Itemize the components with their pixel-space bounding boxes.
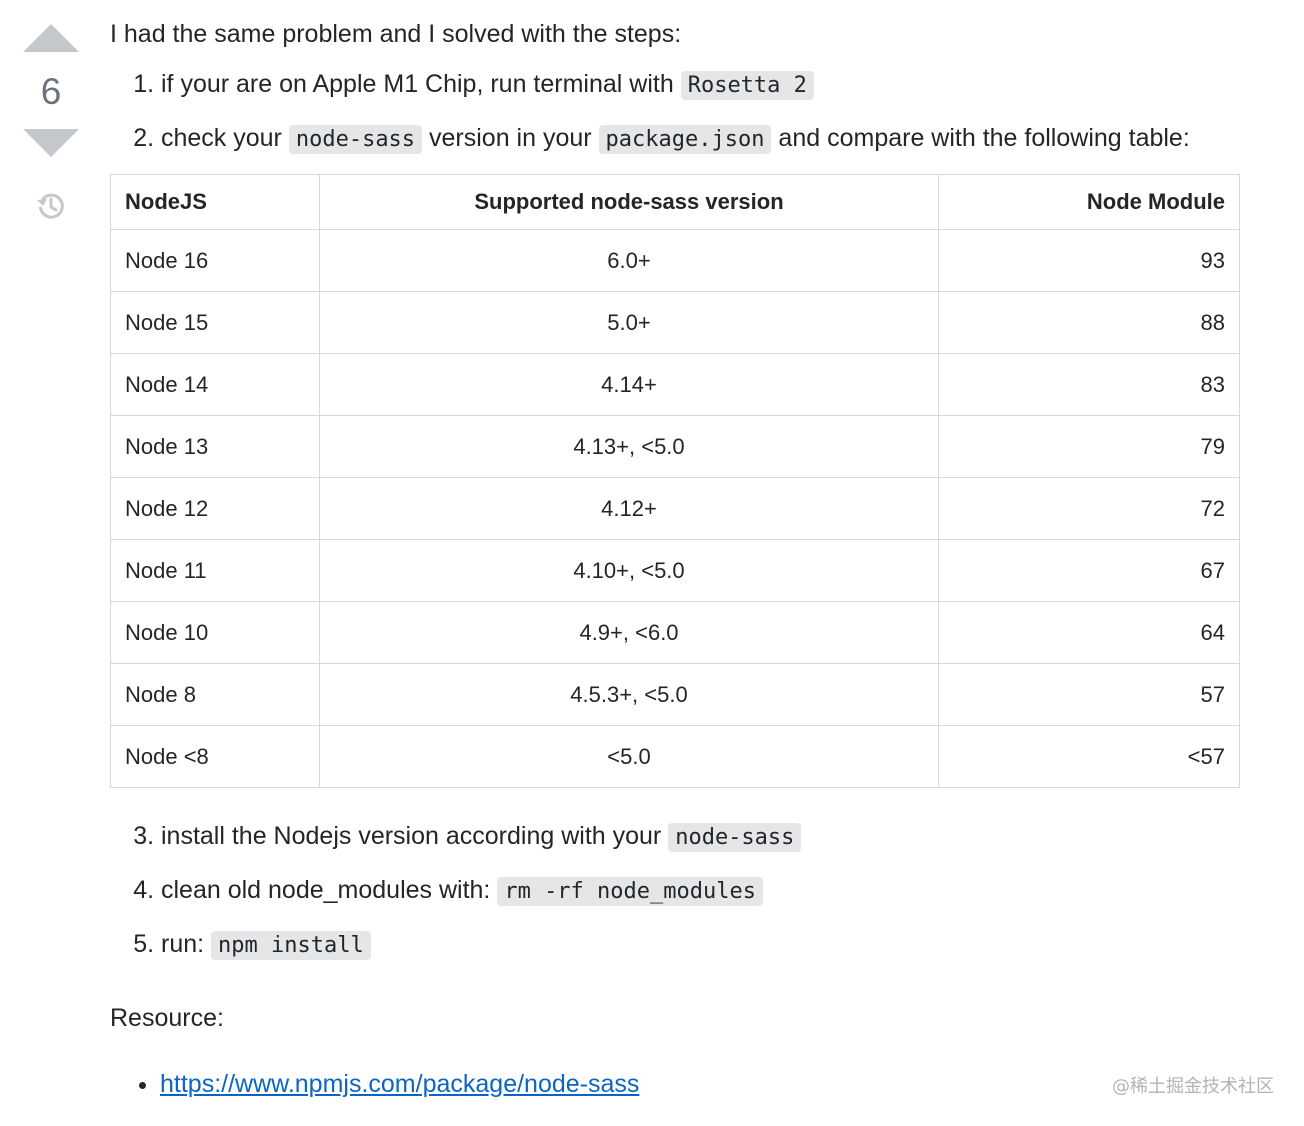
table-cell: 4.5.3+, <5.0	[319, 663, 939, 726]
table-cell: <57	[938, 725, 1240, 788]
table-cell: Node 14	[110, 353, 320, 416]
steps-list-second: install the Nodejs version according wit…	[110, 818, 1245, 964]
table-cell: 4.14+	[319, 353, 939, 416]
table-cell: Node 8	[110, 663, 320, 726]
step-item: if your are on Apple M1 Chip, run termin…	[161, 66, 1245, 104]
step-text: check your	[161, 124, 289, 152]
table-cell: Node <8	[110, 725, 320, 788]
intro-text: I had the same problem and I solved with…	[110, 20, 682, 48]
table-cell: 93	[938, 229, 1240, 292]
resource-label: Resource:	[110, 1004, 224, 1032]
table-cell: Node 16	[110, 229, 320, 292]
step-text: if your are on Apple M1 Chip, run termin…	[161, 70, 681, 98]
inline-code: Rosetta 2	[680, 71, 814, 100]
table-row: Node 10 4.9+, <6.0 64	[110, 601, 1240, 664]
table-cell: 4.12+	[319, 477, 939, 540]
column-header: NodeJS	[110, 174, 320, 230]
resource-list: https://www.npmjs.com/package/node-sass	[110, 1066, 1245, 1102]
table-cell: Node 15	[110, 291, 320, 354]
table-cell: Node 13	[110, 415, 320, 478]
table-cell: 5.0+	[319, 291, 939, 354]
step-item: run: npm install	[161, 926, 1245, 964]
table-cell: 88	[938, 291, 1240, 354]
table-cell: Node 11	[110, 539, 320, 602]
inline-code: node-sass	[288, 125, 423, 154]
table-cell: 79	[938, 415, 1240, 478]
table-cell: 83	[938, 353, 1240, 416]
inline-code: package.json	[598, 125, 772, 154]
npm-link[interactable]: https://www.npmjs.com/package/node-sass	[160, 1070, 639, 1098]
upvote-icon[interactable]	[23, 24, 79, 52]
table-cell: 67	[938, 539, 1240, 602]
table-row: Node <8 <5.0 <57	[110, 725, 1240, 788]
column-header: Supported node-sass version	[319, 174, 939, 230]
table-cell: Node 12	[110, 477, 320, 540]
table-cell: 4.10+, <5.0	[319, 539, 939, 602]
table-row: Node 8 4.5.3+, <5.0 57	[110, 663, 1240, 726]
step-item: check your node-sass version in your pac…	[161, 120, 1245, 158]
step-text: clean old node_modules with:	[161, 876, 498, 904]
table-cell: 4.9+, <6.0	[319, 601, 939, 664]
table-cell: 57	[938, 663, 1240, 726]
step-text: version in your	[422, 124, 599, 152]
table-row: Node 16 6.0+ 93	[110, 229, 1240, 292]
answer-body: I had the same problem and I solved with…	[110, 16, 1245, 1102]
history-icon[interactable]	[34, 189, 68, 228]
table-row: Node 15 5.0+ 88	[110, 291, 1240, 354]
table-row: Node 14 4.14+ 83	[110, 353, 1240, 416]
column-header: Node Module	[938, 174, 1240, 230]
table-header-row: NodeJS Supported node-sass version Node …	[110, 174, 1240, 230]
table-cell: 6.0+	[319, 229, 939, 292]
steps-list-first: if your are on Apple M1 Chip, run termin…	[110, 66, 1245, 158]
inline-code: rm -rf node_modules	[497, 877, 763, 906]
step-item: install the Nodejs version according wit…	[161, 818, 1245, 856]
step-text: and compare with the following table:	[771, 124, 1190, 152]
table-row: Node 11 4.10+, <5.0 67	[110, 539, 1240, 602]
table-row: Node 13 4.13+, <5.0 79	[110, 415, 1240, 478]
table-cell: 72	[938, 477, 1240, 540]
table-cell: Node 10	[110, 601, 320, 664]
step-item: clean old node_modules with: rm -rf node…	[161, 872, 1245, 910]
step-text: install the Nodejs version according wit…	[161, 822, 669, 850]
vote-count: 6	[40, 71, 62, 112]
table-cell: <5.0	[319, 725, 939, 788]
downvote-icon[interactable]	[23, 129, 79, 157]
step-text: run:	[161, 930, 212, 958]
vote-panel: 6	[18, 24, 84, 228]
list-item: https://www.npmjs.com/package/node-sass	[160, 1066, 1245, 1102]
version-table: NodeJS Supported node-sass version Node …	[110, 174, 1240, 788]
watermark: @稀土掘金技术社区	[1112, 1076, 1274, 1097]
table-cell: 64	[938, 601, 1240, 664]
inline-code: node-sass	[668, 823, 802, 852]
inline-code: npm install	[211, 931, 371, 960]
table-row: Node 12 4.12+ 72	[110, 477, 1240, 540]
table-cell: 4.13+, <5.0	[319, 415, 939, 478]
